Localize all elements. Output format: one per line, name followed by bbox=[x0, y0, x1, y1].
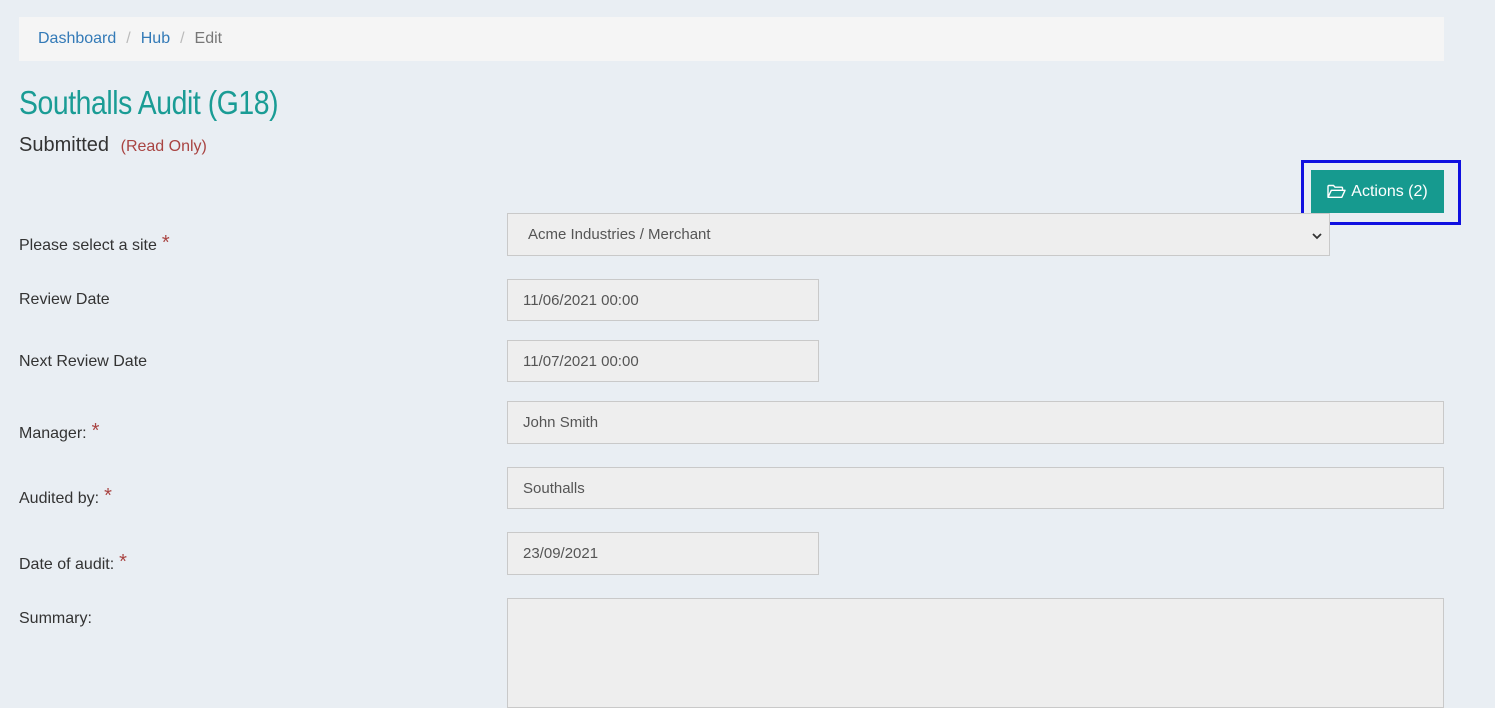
review-date-value: 11/06/2021 00:00 bbox=[523, 291, 639, 309]
required-marker: * bbox=[161, 232, 170, 254]
chevron-down-icon bbox=[1311, 229, 1323, 241]
required-marker: * bbox=[119, 551, 127, 573]
next-review-date-field[interactable]: 11/07/2021 00:00 bbox=[507, 340, 819, 382]
audited-by-value: Southalls bbox=[523, 479, 585, 497]
breadcrumb-dashboard-link[interactable]: Dashboard bbox=[38, 30, 116, 48]
site-select[interactable]: Acme Industries / Merchant bbox=[507, 213, 1330, 256]
manager-label: Manager: * bbox=[19, 420, 99, 443]
audited-by-field[interactable]: Southalls bbox=[507, 467, 1444, 509]
site-select-value: Acme Industries / Merchant bbox=[528, 226, 711, 243]
site-label: Please select a site * bbox=[19, 232, 170, 255]
date-of-audit-label: Date of audit: * bbox=[19, 551, 127, 574]
actions-button-label: Actions (2) bbox=[1351, 182, 1428, 200]
review-date-field[interactable]: 11/06/2021 00:00 bbox=[507, 279, 819, 321]
breadcrumb: Dashboard / Hub / Edit bbox=[19, 17, 1444, 61]
breadcrumb-current: Edit bbox=[194, 30, 223, 47]
folder-open-icon bbox=[1327, 184, 1346, 199]
site-label-text: Please select a site bbox=[19, 237, 157, 254]
required-marker: * bbox=[104, 485, 112, 507]
next-review-date-value: 11/07/2021 00:00 bbox=[523, 352, 639, 370]
status-text: Submitted bbox=[19, 134, 110, 156]
summary-label: Summary: bbox=[19, 610, 92, 627]
date-of-audit-value: 23/09/2021 bbox=[523, 545, 599, 562]
summary-textarea[interactable] bbox=[507, 598, 1444, 708]
next-review-date-label: Next Review Date bbox=[19, 353, 148, 370]
breadcrumb-hub-link[interactable]: Hub bbox=[141, 30, 170, 48]
manager-label-text: Manager: bbox=[19, 425, 87, 442]
required-marker: * bbox=[91, 420, 100, 442]
date-of-audit-label-text: Date of audit: bbox=[19, 556, 115, 573]
page-title: Southalls Audit (G18) bbox=[19, 84, 279, 121]
read-only-badge: (Read Only) bbox=[120, 138, 207, 155]
manager-value: John Smith bbox=[523, 414, 599, 431]
date-of-audit-field[interactable]: 23/09/2021 bbox=[507, 532, 819, 575]
audited-by-label: Audited by: * bbox=[19, 485, 112, 508]
manager-field[interactable]: John Smith bbox=[507, 401, 1444, 444]
status-line: Submitted (Read Only) bbox=[19, 134, 207, 157]
breadcrumb-separator: / bbox=[180, 30, 185, 47]
actions-button[interactable]: Actions (2) bbox=[1311, 170, 1444, 213]
breadcrumb-separator: / bbox=[126, 30, 131, 47]
review-date-label: Review Date bbox=[19, 291, 110, 308]
audited-by-label-text: Audited by: bbox=[19, 490, 100, 507]
